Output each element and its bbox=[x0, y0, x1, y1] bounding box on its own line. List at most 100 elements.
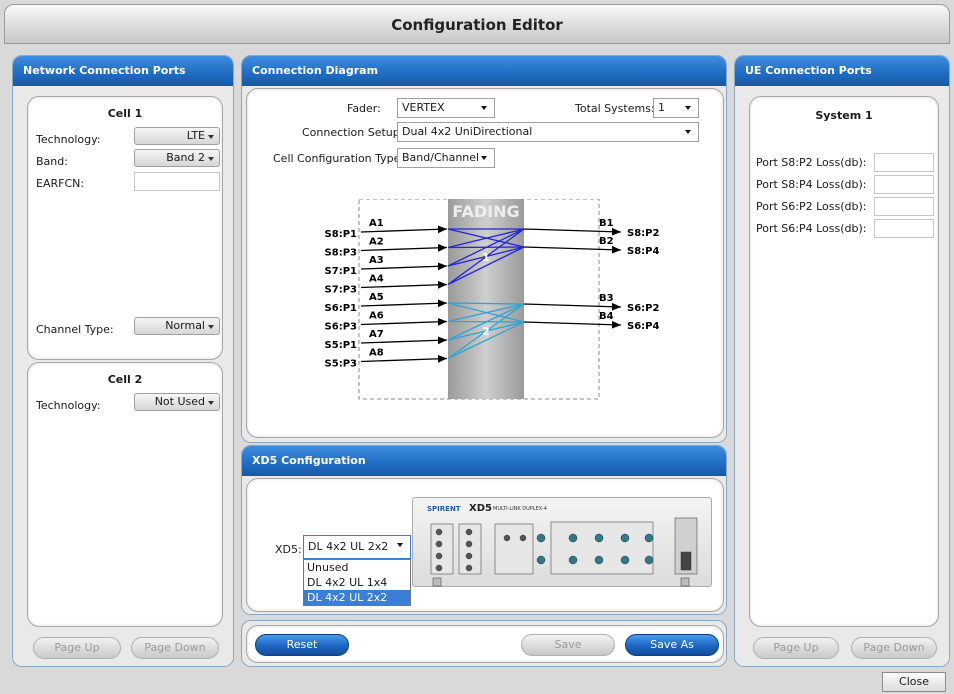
channel-type-dropdown[interactable]: Normal bbox=[134, 317, 220, 335]
input-channel-label: A3 bbox=[369, 255, 384, 266]
output-port-label: S6:P2 bbox=[627, 303, 659, 314]
network-page-up-button[interactable]: Page Up bbox=[33, 637, 121, 659]
fading-label: FADING bbox=[452, 202, 519, 221]
xd5-dropdown[interactable]: DL 4x2 UL 2x2 bbox=[303, 535, 411, 559]
input-arrow bbox=[360, 317, 448, 326]
network-page-down-button[interactable]: Page Down bbox=[131, 637, 219, 659]
xd5-option[interactable]: DL 4x2 UL 1x4 bbox=[304, 575, 410, 590]
input-arrow bbox=[360, 243, 448, 252]
close-button[interactable]: Close bbox=[882, 672, 946, 692]
cell1-group: Cell 1 Technology: LTE Band: Band 2 EARF… bbox=[27, 96, 223, 360]
input-arrow bbox=[360, 262, 448, 271]
xd5-config-header: XD5 Configuration bbox=[242, 446, 726, 476]
input-arrow bbox=[360, 354, 448, 363]
reset-button[interactable]: Reset bbox=[255, 634, 349, 656]
cell-config-type-dropdown[interactable]: Band/Channel bbox=[397, 148, 495, 168]
connection-setup-dropdown[interactable]: Dual 4x2 UniDirectional bbox=[397, 122, 699, 142]
window-title: Configuration Editor bbox=[391, 16, 563, 34]
diagram-area: Fader: VERTEX Total Systems: 1 Connectio… bbox=[246, 88, 724, 438]
cell-config-type-label: Cell Configuration Type: bbox=[273, 152, 405, 165]
action-bar: Reset Save Save As bbox=[241, 620, 727, 667]
connection-diagram-header: Connection Diagram bbox=[242, 56, 726, 86]
output-port-label: S8:P2 bbox=[627, 228, 659, 239]
fader-label: Fader: bbox=[347, 102, 381, 115]
connection-setup-label: Connection Setup: bbox=[302, 126, 404, 139]
input-arrow bbox=[360, 280, 448, 289]
technology-label: Technology: bbox=[36, 133, 101, 146]
window-titlebar: Configuration Editor bbox=[4, 4, 950, 44]
save-as-button[interactable]: Save As bbox=[625, 634, 719, 656]
input-channel-label: A8 bbox=[369, 348, 384, 359]
device-ports bbox=[430, 517, 698, 587]
ue-port-label: Port S6:P4 Loss(db): bbox=[756, 222, 867, 235]
band-dropdown[interactable]: Band 2 bbox=[134, 149, 220, 167]
output-arrow bbox=[523, 320, 622, 329]
fading-group-label: 2 bbox=[482, 325, 490, 338]
network-ports-panel: Network Connection Ports Cell 1 Technolo… bbox=[12, 55, 234, 667]
input-arrow bbox=[360, 336, 448, 345]
input-arrow bbox=[360, 299, 448, 308]
fading-group-label: 1 bbox=[482, 251, 490, 264]
ue-page-down-button[interactable]: Page Down bbox=[851, 637, 937, 659]
output-channel-label: B1 bbox=[599, 218, 614, 229]
ue-page-up-button[interactable]: Page Up bbox=[753, 637, 839, 659]
fader-dropdown[interactable]: VERTEX bbox=[397, 98, 495, 118]
technology-dropdown[interactable]: LTE bbox=[134, 127, 220, 145]
output-arrow bbox=[523, 302, 622, 311]
cell2-title: Cell 2 bbox=[107, 373, 143, 386]
channel-type-label: Channel Type: bbox=[36, 323, 114, 336]
ue-port-loss-input[interactable] bbox=[874, 153, 934, 172]
input-channel-label: A2 bbox=[369, 237, 384, 248]
ue-port-loss-input[interactable] bbox=[874, 219, 934, 238]
ue-port-label: Port S8:P4 Loss(db): bbox=[756, 178, 867, 191]
output-arrow bbox=[523, 227, 622, 236]
cell2-technology-dropdown[interactable]: Not Used bbox=[134, 393, 220, 411]
ue-ports-panel: UE Connection Ports System 1 Port S8:P2 … bbox=[734, 55, 950, 667]
ue-port-label: Port S6:P2 Loss(db): bbox=[756, 200, 867, 213]
network-ports-header: Network Connection Ports bbox=[13, 56, 233, 86]
total-systems-label: Total Systems: bbox=[575, 102, 655, 115]
input-port-label: S7:P1 bbox=[325, 266, 357, 277]
xd5-label: XD5: bbox=[275, 543, 302, 556]
output-channel-label: B4 bbox=[599, 311, 614, 322]
output-channel-label: B3 bbox=[599, 293, 614, 304]
band-label: Band: bbox=[36, 155, 68, 168]
cell1-title: Cell 1 bbox=[107, 107, 143, 120]
input-port-label: S8:P3 bbox=[325, 248, 357, 259]
input-arrow bbox=[360, 225, 448, 234]
cell2-technology-label: Technology: bbox=[36, 399, 101, 412]
output-arrow bbox=[523, 245, 622, 254]
xd5-device-image: SPIRENT XD5 MULTI-LINK DUPLEX-4 bbox=[412, 497, 712, 587]
output-port-label: S8:P4 bbox=[627, 246, 659, 257]
input-channel-label: A6 bbox=[369, 311, 384, 322]
ue-port-label: Port S8:P2 Loss(db): bbox=[756, 156, 867, 169]
xd5-options-list: Unused DL 4x2 UL 1x4 DL 4x2 UL 2x2 bbox=[303, 559, 411, 606]
input-channel-label: A4 bbox=[369, 274, 384, 285]
input-port-label: S5:P1 bbox=[325, 340, 357, 351]
xd5-option[interactable]: Unused bbox=[304, 560, 410, 575]
output-channel-label: B2 bbox=[599, 236, 614, 247]
output-port-label: S6:P4 bbox=[627, 321, 659, 332]
input-channel-label: A1 bbox=[369, 218, 384, 229]
xd5-area: XD5: DL 4x2 UL 2x2 Unused DL 4x2 UL 1x4 DL… bbox=[246, 478, 724, 612]
ue-ports-header: UE Connection Ports bbox=[735, 56, 949, 86]
input-port-label: S6:P3 bbox=[325, 322, 357, 333]
earfcn-input[interactable] bbox=[134, 172, 220, 191]
fading-diagram: FADING 1 2 S8:P1 A1 S8:P3 A2 S7:P1 A3 S7:P3 A4 S6… bbox=[325, 199, 659, 400]
input-port-label: S7:P3 bbox=[325, 285, 357, 296]
total-systems-dropdown[interactable]: 1 bbox=[653, 98, 699, 118]
input-port-label: S6:P1 bbox=[325, 303, 357, 314]
xd5-option[interactable]: DL 4x2 UL 2x2 bbox=[304, 590, 410, 605]
save-button[interactable]: Save bbox=[521, 634, 615, 656]
input-port-label: S8:P1 bbox=[325, 229, 357, 240]
input-port-label: S5:P3 bbox=[325, 359, 357, 370]
ue-port-loss-input[interactable] bbox=[874, 175, 934, 194]
system1-group: System 1 Port S8:P2 Loss(db): Port S8:P4 … bbox=[749, 96, 939, 627]
ue-port-loss-input[interactable] bbox=[874, 197, 934, 216]
connection-diagram-panel: Connection Diagram Fader: VERTEX Total S… bbox=[241, 55, 727, 443]
input-channel-label: A5 bbox=[369, 292, 384, 303]
cell2-group: Cell 2 Technology: Not Used bbox=[27, 362, 223, 627]
system1-title: System 1 bbox=[815, 109, 873, 122]
input-channel-label: A7 bbox=[369, 329, 384, 340]
xd5-config-panel: XD5 Configuration XD5: DL 4x2 UL 2x2 Unu… bbox=[241, 445, 727, 615]
